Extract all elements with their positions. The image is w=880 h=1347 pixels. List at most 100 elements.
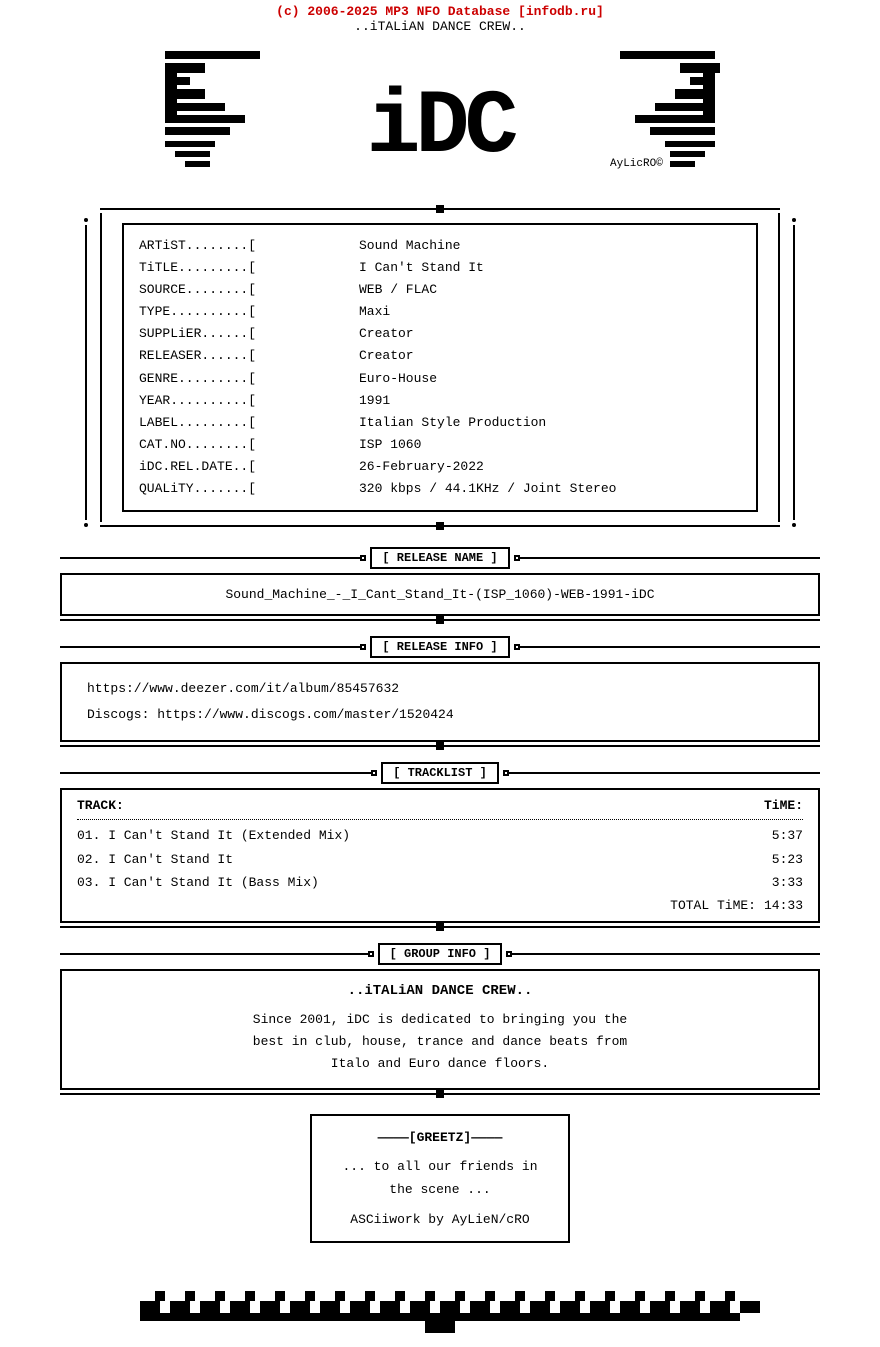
releaser-key: RELEASER......[ (139, 345, 359, 367)
track-row: 03. I Can't Stand It (Bass Mix) 3:33 (77, 871, 803, 894)
page-wrapper: (c) 2006-2025 MP3 NFO Database [infodb.r… (0, 0, 880, 1347)
label-key: LABEL.........[ (139, 412, 359, 434)
info-box: ARTiST........[ Sound Machine TiTLE.....… (100, 213, 780, 522)
release-name-section: Sound_Machine_-_I_Cant_Stand_It-(ISP_106… (0, 573, 880, 616)
artist-val: Sound Machine (359, 235, 460, 257)
catno-key: CAT.NO........[ (139, 434, 359, 456)
track-title: 03. I Can't Stand It (Bass Mix) (77, 871, 319, 894)
group-name: ..iTALiAN DANCE CREW.. (82, 983, 798, 999)
quality-val: 320 kbps / 44.1KHz / Joint Stereo (359, 478, 616, 500)
svg-text:iDC: iDC (366, 77, 516, 179)
tracklist-separator (77, 819, 803, 820)
time-col-header: TiME: (764, 798, 803, 813)
group-info-frame: ..iTALiAN DANCE CREW.. Since 2001, iDC i… (60, 969, 820, 1089)
left-ornament (72, 218, 100, 527)
catno-val: ISP 1060 (359, 434, 421, 456)
release-info-section: https://www.deezer.com/it/album/85457632… (0, 662, 880, 742)
release-info-frame: https://www.deezer.com/it/album/85457632… (60, 662, 820, 742)
year-key: YEAR..........[ (139, 390, 359, 412)
year-val: 1991 (359, 390, 390, 412)
reldate-val: 26-February-2022 (359, 456, 484, 478)
copyright-text: (c) 2006-2025 MP3 NFO Database [infodb.r… (0, 4, 880, 19)
release-info-line1: https://www.deezer.com/it/album/85457632 (87, 676, 793, 702)
release-info-content: https://www.deezer.com/it/album/85457632… (62, 662, 818, 742)
info-bottom-connector (100, 522, 780, 530)
track-list: 01. I Can't Stand It (Extended Mix)5:370… (77, 824, 803, 894)
info-row-year: YEAR..........[ 1991 (139, 390, 741, 412)
info-row-quality: QUALiTY.......[ 320 kbps / 44.1KHz / Joi… (139, 478, 741, 500)
release-name-value: Sound_Machine_-_I_Cant_Stand_It-(ISP_106… (225, 587, 654, 602)
logo-area: iDC AyLicRO© (0, 36, 880, 200)
type-key: TYPE..........[ (139, 301, 359, 323)
label-val: Italian Style Production (359, 412, 546, 434)
group-info-bottom (60, 1090, 820, 1098)
reldate-key: iDC.REL.DATE..[ (139, 456, 359, 478)
track-col-header: TRACK: (77, 798, 124, 813)
header: (c) 2006-2025 MP3 NFO Database [infodb.r… (0, 0, 880, 36)
source-val: WEB / FLAC (359, 279, 437, 301)
tracklist-frame: TRACK: TiME: 01. I Can't Stand It (Exten… (60, 788, 820, 923)
genre-val: Euro-House (359, 368, 437, 390)
tracklist-content: TRACK: TiME: 01. I Can't Stand It (Exten… (62, 788, 818, 923)
release-info-header: [ RELEASE INFO ] (60, 636, 820, 658)
artist-key: ARTiST........[ (139, 235, 359, 257)
greetz-box: ————[GREETZ]———— ... to all our friends … (310, 1114, 570, 1244)
bottom-decoration (0, 1253, 880, 1347)
ri-node-l (360, 644, 366, 650)
info-inner-box: ARTiST........[ Sound Machine TiTLE.....… (122, 223, 758, 512)
supplier-key: SUPPLiER......[ (139, 323, 359, 345)
info-row-source: SOURCE........[ WEB / FLAC (139, 279, 741, 301)
right-border (818, 573, 820, 616)
greetz-line1: ... to all our friends in (332, 1155, 548, 1178)
title-val: I Can't Stand It (359, 257, 484, 279)
release-name-header: [ RELEASE NAME ] (60, 547, 820, 569)
track-time: 5:23 (772, 848, 803, 871)
release-name-bottom (60, 616, 820, 624)
release-info-bottom (60, 742, 820, 750)
info-row-catno: CAT.NO........[ ISP 1060 (139, 434, 741, 456)
total-time-label: TOTAL TiME: (670, 898, 756, 913)
greetz-title: ————[GREETZ]———— (332, 1126, 548, 1149)
group-description: Since 2001, iDC is dedicated to bringing… (82, 1009, 798, 1075)
total-time-row: TOTAL TiME: 14:33 (77, 898, 803, 913)
quality-key: QUALiTY.......[ (139, 478, 359, 500)
source-key: SOURCE........[ (139, 279, 359, 301)
track-time: 5:37 (772, 824, 803, 847)
info-row-releaser: RELEASER......[ Creator (139, 345, 741, 367)
releaser-val: Creator (359, 345, 414, 367)
release-name-content: Sound_Machine_-_I_Cant_Stand_It-(ISP_106… (62, 573, 818, 616)
group-info-header-line: [ GROUP INFO ] (60, 943, 820, 965)
info-row-label: LABEL.........[ Italian Style Production (139, 412, 741, 434)
track-title: 01. I Can't Stand It (Extended Mix) (77, 824, 350, 847)
greetz-line2: the scene ... (332, 1178, 548, 1201)
info-section: ARTiST........[ Sound Machine TiTLE.....… (0, 205, 880, 530)
track-title: 02. I Can't Stand It (77, 848, 233, 871)
type-val: Maxi (359, 301, 390, 323)
release-name-frame: Sound_Machine_-_I_Cant_Stand_It-(ISP_106… (60, 573, 820, 616)
track-row: 01. I Can't Stand It (Extended Mix) 5:37 (77, 824, 803, 847)
release-name-label: [ RELEASE NAME ] (370, 547, 509, 569)
info-row-reldate: iDC.REL.DATE..[ 26-February-2022 (139, 456, 741, 478)
tracklist-label: [ TRACKLIST ] (381, 762, 499, 784)
track-row: 02. I Can't Stand It 5:23 (77, 848, 803, 871)
info-row-supplier: SUPPLiER......[ Creator (139, 323, 741, 345)
idc-logo: iDC AyLicRO© (160, 41, 720, 196)
genre-key: GENRE.........[ (139, 368, 359, 390)
right-ornament (780, 218, 808, 527)
group-info-content: ..iTALiAN DANCE CREW.. Since 2001, iDC i… (62, 969, 818, 1089)
total-time-value: 14:33 (764, 898, 803, 913)
tracklist-column-headers: TRACK: TiME: (77, 798, 803, 815)
track-time: 3:33 (772, 871, 803, 894)
release-info-label: [ RELEASE INFO ] (370, 636, 509, 658)
tracklist-header-line: [ TRACKLIST ] (60, 762, 820, 784)
tracklist-bottom (60, 923, 820, 931)
greetz-line3: ASCiiwork by AyLieN/cRO (332, 1208, 548, 1231)
title-key: TiTLE.........[ (139, 257, 359, 279)
greetz-section: ————[GREETZ]———— ... to all our friends … (0, 1114, 880, 1244)
supplier-val: Creator (359, 323, 414, 345)
bottom-deco-svg (90, 1253, 790, 1333)
info-row-type: TYPE..........[ Maxi (139, 301, 741, 323)
info-row-artist: ARTiST........[ Sound Machine (139, 235, 741, 257)
info-top-connector (100, 205, 780, 213)
info-row-genre: GENRE.........[ Euro-House (139, 368, 741, 390)
